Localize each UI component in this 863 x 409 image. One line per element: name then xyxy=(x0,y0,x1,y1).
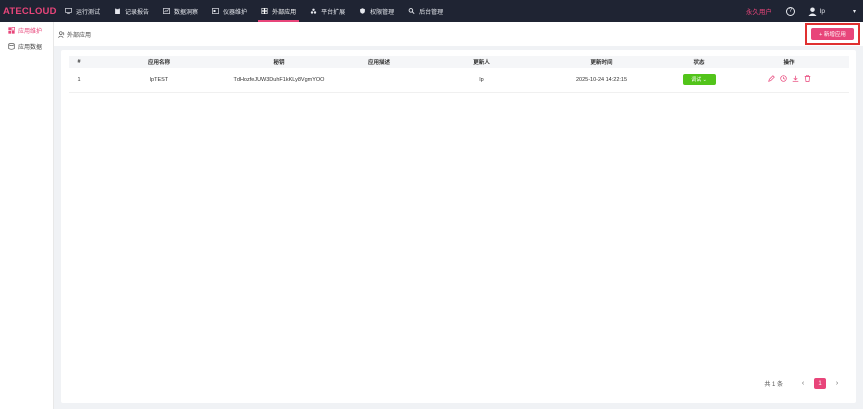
user-type-label: 永久用户 xyxy=(745,9,772,16)
breadcrumb: 外部应用 xyxy=(54,30,91,39)
column-header: # xyxy=(77,59,81,65)
nav-item-permissions[interactable]: 权限管理 xyxy=(352,0,401,22)
nav-item-data-insight[interactable]: 数据洞察 xyxy=(156,0,205,22)
app-name: lpTEST xyxy=(89,68,229,93)
help-icon[interactable]: ? xyxy=(785,6,795,16)
nav-item-external-apps[interactable]: 外部应用 xyxy=(254,0,303,22)
status-cell: 调试 ⌄ xyxy=(669,68,729,93)
row-actions xyxy=(767,75,811,83)
sidebar-item-app-data[interactable]: 应用数据 xyxy=(0,38,53,54)
sidebar: 应用维护 应用数据 xyxy=(0,22,54,409)
download-icon[interactable] xyxy=(792,75,799,82)
app-secret: TdHozfeJUW3DuhF1kKLy8VgmYOO xyxy=(229,68,329,93)
next-page-button[interactable]: › xyxy=(831,380,843,387)
column-header: 状态 xyxy=(693,60,705,66)
chevron-down-icon[interactable]: ▾ xyxy=(853,8,856,15)
app-logo[interactable]: ATECLOUD xyxy=(0,6,58,17)
header-user-area: 永久用户 ? lp ▾ xyxy=(746,0,863,22)
instrument-icon xyxy=(212,8,219,14)
prev-page-button[interactable]: ‹ xyxy=(797,380,809,387)
nav-item-platform-extension[interactable]: 平台扩展 xyxy=(303,0,352,22)
column-header: 应用描述 xyxy=(367,60,390,66)
pagination-total: 共 1 条 xyxy=(764,382,783,388)
updated-at: 2025-10-24 14:22:15 xyxy=(534,68,669,93)
sidebar-item-label: 应用维护 xyxy=(18,28,43,35)
nav-item-label: 记录报告 xyxy=(125,9,150,16)
nav-item-label: 外部应用 xyxy=(272,9,297,16)
shield-icon xyxy=(360,8,365,14)
column-header: 操作 xyxy=(783,60,795,66)
apps-icon xyxy=(8,26,15,34)
pagination: 共 1 条 ‹ 1 › xyxy=(764,378,843,389)
nav-item-label: 平台扩展 xyxy=(321,9,346,16)
column-header: 秘钥 xyxy=(273,60,285,66)
avatar-icon[interactable] xyxy=(808,6,817,16)
updater: lp xyxy=(429,68,534,93)
monitor-icon xyxy=(65,8,72,14)
clipboard-icon xyxy=(115,8,120,14)
apps-grid-icon xyxy=(261,8,268,14)
status-dropdown[interactable]: 调试 ⌄ xyxy=(682,74,716,86)
username[interactable]: lp xyxy=(820,8,825,15)
breadcrumb-bar: 外部应用 xyxy=(54,22,863,46)
sidebar-item-app-maintenance[interactable]: 应用维护 xyxy=(0,22,53,38)
settings-icon xyxy=(408,8,415,14)
table-row: 1 lpTEST TdHozfeJUW3DuhF1kKLy8VgmYOO lp … xyxy=(69,68,849,93)
row-index: 1 xyxy=(69,68,89,93)
column-header: 应用名称 xyxy=(147,60,170,66)
sidebar-item-label: 应用数据 xyxy=(18,44,43,51)
actions-cell xyxy=(729,68,849,93)
add-app-button[interactable]: + 新增应用 xyxy=(811,28,854,40)
nav-item-label: 仪器维护 xyxy=(223,9,248,16)
trash-icon[interactable] xyxy=(804,75,811,83)
top-navbar: ATECLOUD 运行测试 记录报告 数据洞察 仪器维护 外部应用 平台扩展 权… xyxy=(0,0,863,22)
people-icon xyxy=(58,30,65,38)
nav-item-backend[interactable]: 后台管理 xyxy=(401,0,450,22)
page-button-current[interactable]: 1 xyxy=(814,378,826,389)
nav-item-run-test[interactable]: 运行测试 xyxy=(58,0,107,22)
nav-item-instruments[interactable]: 仪器维护 xyxy=(205,0,254,22)
table-header-row: # 应用名称 秘钥 应用描述 更新人 更新时间 状态 操作 xyxy=(69,56,849,68)
nav-item-reports[interactable]: 记录报告 xyxy=(107,0,156,22)
edit-icon[interactable] xyxy=(767,75,775,83)
highlight-box: + 新增应用 xyxy=(805,23,860,45)
history-icon[interactable] xyxy=(779,75,787,82)
nav-item-label: 数据洞察 xyxy=(174,9,199,16)
chart-icon xyxy=(163,8,170,14)
nav-item-label: 后台管理 xyxy=(419,9,444,16)
apps-table: # 应用名称 秘钥 应用描述 更新人 更新时间 状态 操作 1 lpTEST T… xyxy=(69,56,849,93)
column-header: 更新人 xyxy=(473,60,490,66)
nav-item-label: 权限管理 xyxy=(370,9,395,16)
column-header: 更新时间 xyxy=(590,60,613,66)
database-icon xyxy=(8,42,15,50)
breadcrumb-label: 外部应用 xyxy=(67,32,92,39)
app-description xyxy=(329,68,429,93)
extension-icon xyxy=(310,8,317,14)
nav-item-label: 运行测试 xyxy=(76,9,101,16)
main-card: # 应用名称 秘钥 应用描述 更新人 更新时间 状态 操作 1 lpTEST T… xyxy=(61,50,856,403)
main-nav: 运行测试 记录报告 数据洞察 仪器维护 外部应用 平台扩展 权限管理 后台管理 xyxy=(58,0,450,22)
